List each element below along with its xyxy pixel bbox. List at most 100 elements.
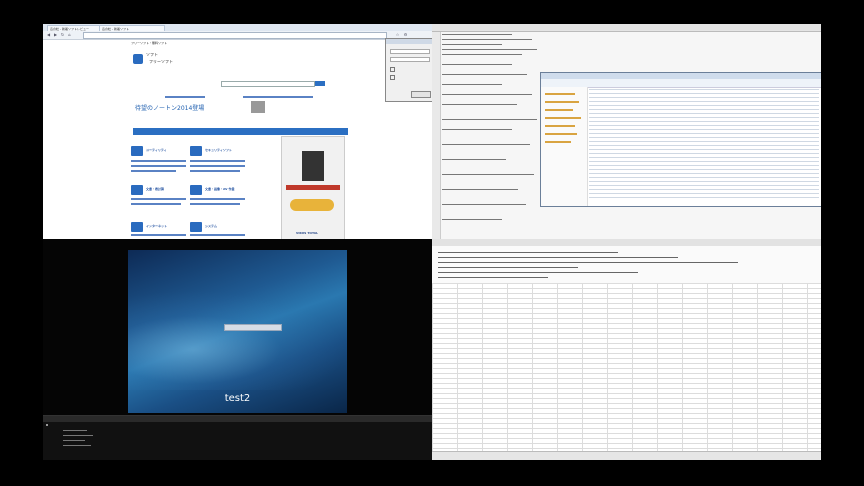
note-line xyxy=(438,257,678,259)
text-line xyxy=(442,129,512,131)
spreadsheet-window xyxy=(432,239,821,460)
vm-control-bar[interactable] xyxy=(43,416,432,422)
virtual-machine-window: test2 xyxy=(43,239,432,460)
logo-line-2: フリーソフト xyxy=(149,59,173,64)
category-links[interactable] xyxy=(190,203,240,205)
site-search-button[interactable] xyxy=(315,81,325,86)
text-line xyxy=(442,64,512,66)
text-line xyxy=(442,84,502,86)
text-line xyxy=(442,39,532,41)
explorer-folder-tree[interactable] xyxy=(541,87,588,206)
side-advertisement[interactable]: VIRUS TOTAL xyxy=(281,136,345,239)
console-line xyxy=(63,435,93,436)
category-links[interactable] xyxy=(190,165,245,167)
category-links[interactable] xyxy=(131,170,176,172)
folder-item[interactable] xyxy=(545,117,581,119)
category-document-icon xyxy=(131,185,143,195)
vm-console-panel xyxy=(43,415,432,460)
category-media-icon xyxy=(190,185,202,195)
category-document-title[interactable]: 文書・表計算 xyxy=(146,187,164,191)
ad-virustotal: VIRUS TOTAL xyxy=(296,231,319,235)
console-line xyxy=(63,430,87,431)
nav-link-row-2[interactable] xyxy=(243,96,313,98)
console-line xyxy=(63,445,91,446)
dialog-field[interactable] xyxy=(390,57,430,62)
text-editor-window xyxy=(432,24,821,239)
category-links[interactable] xyxy=(131,234,186,236)
spreadsheet-note-area[interactable] xyxy=(432,246,821,283)
text-line xyxy=(442,204,526,206)
folder-item[interactable] xyxy=(545,133,577,135)
category-links[interactable] xyxy=(190,170,240,172)
note-line xyxy=(438,252,618,254)
site-logo[interactable]: ソフト フリーソフト xyxy=(133,50,193,70)
note-line xyxy=(438,267,578,269)
site-search-input[interactable] xyxy=(221,81,315,87)
note-line xyxy=(438,272,638,274)
promo-title[interactable]: 待望のノートン2014登場 xyxy=(135,105,204,112)
spreadsheet-grid[interactable] xyxy=(432,283,821,451)
vm-wallpaper xyxy=(128,290,347,390)
dialog-checkbox[interactable] xyxy=(390,67,395,72)
gear-icon[interactable]: ⚙ xyxy=(403,33,408,37)
forward-icon[interactable]: ▶ xyxy=(53,33,58,37)
folder-item[interactable] xyxy=(545,141,571,143)
site-nav-left[interactable]: フリーソフト・無料ソフト xyxy=(131,41,167,45)
text-line xyxy=(442,159,506,161)
category-links[interactable] xyxy=(131,165,186,167)
vm-password-input[interactable] xyxy=(224,324,282,331)
folder-item[interactable] xyxy=(545,93,575,95)
category-links[interactable] xyxy=(190,234,245,236)
category-security-icon xyxy=(190,146,202,156)
folder-item[interactable] xyxy=(545,125,575,127)
dialog-ok-button[interactable] xyxy=(411,91,431,98)
category-system-title[interactable]: システム xyxy=(205,224,217,228)
play-icon[interactable] xyxy=(46,424,48,426)
text-line xyxy=(442,94,532,96)
category-utility-title[interactable]: ユーティリティ xyxy=(146,148,167,152)
category-links[interactable] xyxy=(190,160,245,162)
dialog-checkbox[interactable] xyxy=(390,75,395,80)
category-links[interactable] xyxy=(131,198,186,200)
editor-text-area[interactable] xyxy=(442,34,542,224)
promo-next-button[interactable] xyxy=(251,101,265,113)
console-line xyxy=(63,440,85,441)
text-line xyxy=(442,119,537,121)
logo-line-1: ソフト xyxy=(146,52,158,57)
back-icon[interactable]: ◀ xyxy=(46,33,51,37)
nav-link-row[interactable] xyxy=(165,96,205,98)
browser-window: 窓の杜 - 新着ソフトレビュー 窓の杜 - 新着ソフト ◀ ▶ ↻ ⌂ ☆ ⚙ … xyxy=(43,24,432,239)
text-line xyxy=(442,44,502,46)
category-links[interactable] xyxy=(190,198,245,200)
text-line xyxy=(442,174,534,176)
category-internet-title[interactable]: インターネット xyxy=(146,224,167,228)
category-links[interactable] xyxy=(131,203,181,205)
ad-product-image xyxy=(302,151,324,181)
text-line xyxy=(442,34,512,36)
mouse-cursor-icon xyxy=(374,204,377,213)
ad-red-strip xyxy=(286,185,340,190)
browser-tab-bar: 窓の杜 - 新着ソフトレビュー 窓の杜 - 新着ソフト xyxy=(43,24,432,32)
category-security-title[interactable]: セキュリティソフト xyxy=(205,148,232,152)
folder-item[interactable] xyxy=(545,109,573,111)
category-media-title[interactable]: 文書・画像・AV 作業 xyxy=(205,187,235,191)
reload-icon[interactable]: ↻ xyxy=(60,33,65,37)
home-icon[interactable]: ⌂ xyxy=(67,33,72,37)
sheet-tabs[interactable] xyxy=(432,451,821,460)
explorer-file-list[interactable] xyxy=(589,89,819,199)
star-icon[interactable]: ☆ xyxy=(395,33,400,37)
vm-screen[interactable]: test2 xyxy=(128,250,347,413)
text-line xyxy=(442,74,527,76)
ad-avast-logo xyxy=(290,199,334,211)
text-line xyxy=(442,219,502,221)
settings-dialog[interactable] xyxy=(385,38,432,102)
dialog-field[interactable] xyxy=(390,49,430,54)
category-system-icon xyxy=(190,222,202,232)
file-explorer-window[interactable] xyxy=(540,72,821,207)
category-links[interactable] xyxy=(131,160,186,162)
editor-title-bar xyxy=(432,24,821,32)
folder-item[interactable] xyxy=(545,101,579,103)
info-banner[interactable] xyxy=(133,128,348,135)
text-line xyxy=(442,189,518,191)
address-bar[interactable] xyxy=(83,32,387,39)
